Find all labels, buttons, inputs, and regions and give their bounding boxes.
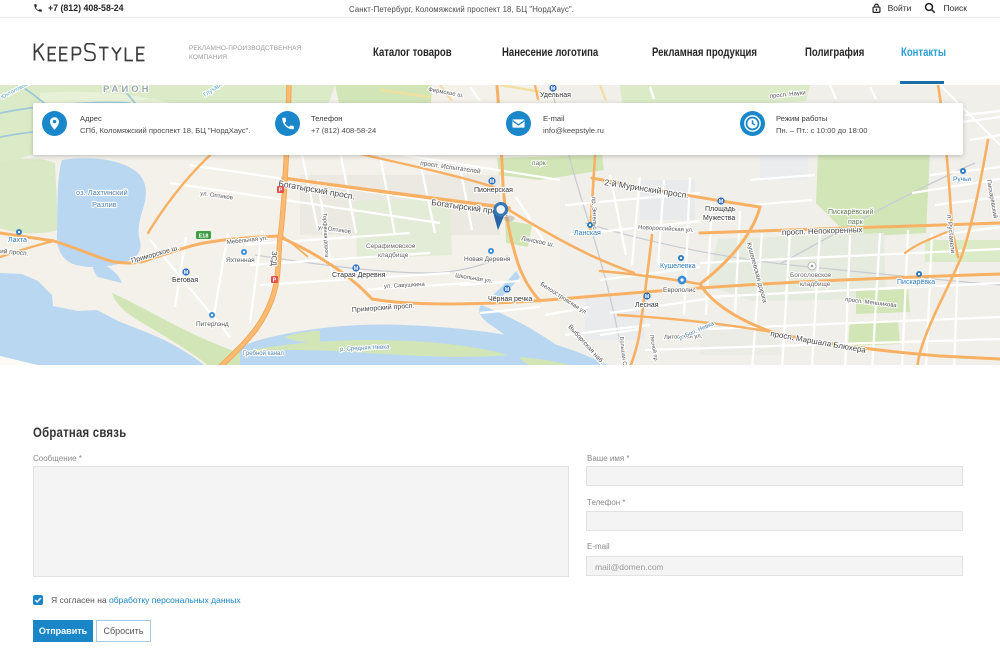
svg-text:M: M <box>719 199 724 205</box>
svg-text:Богословское: Богословское <box>790 272 832 279</box>
svg-text:парк: парк <box>848 219 864 226</box>
svg-text:кладбище: кладбище <box>378 251 409 259</box>
svg-text:Гребной канал: Гребной канал <box>243 350 284 357</box>
svg-text:пр. Энгельса: пр. Энгельса <box>590 197 597 234</box>
svg-text:ЗСД: ЗСД <box>269 251 279 266</box>
svg-text:E18: E18 <box>199 233 209 239</box>
svg-text:Яхтенная: Яхтенная <box>226 257 255 264</box>
svg-text:Удельная: Удельная <box>540 92 571 99</box>
svg-text:Пионерская: Пионерская <box>474 187 513 194</box>
svg-text:M: M <box>184 270 189 276</box>
svg-text:парк: парк <box>532 160 546 167</box>
svg-text:Новая Деревня: Новая Деревня <box>464 256 511 263</box>
svg-text:Мужества: Мужества <box>703 215 735 222</box>
svg-text:Кушелевка: Кушелевка <box>660 263 696 270</box>
svg-text:M: M <box>505 287 510 293</box>
svg-text:Серафимовское: Серафимовское <box>366 243 416 250</box>
svg-text:P: P <box>273 278 277 284</box>
svg-text:P: P <box>279 188 283 194</box>
svg-text:оз. Лахтинский: оз. Лахтинский <box>76 188 128 197</box>
svg-text:Пискарёвка: Пискарёвка <box>897 279 935 286</box>
svg-text:M: M <box>645 294 650 300</box>
svg-text:Ланская: Ланская <box>574 230 601 237</box>
svg-text:Площадь: Площадь <box>705 206 736 213</box>
svg-text:Европолис: Европолис <box>663 287 696 294</box>
svg-text:Чёрная речка: Чёрная речка <box>488 296 532 303</box>
svg-text:Старая Деревня: Старая Деревня <box>332 272 386 279</box>
svg-text:Лахта: Лахта <box>8 237 27 244</box>
svg-text:Ручьи: Ручьи <box>953 176 971 183</box>
svg-text:Разлив: Разлив <box>92 200 117 209</box>
svg-text:Беговая: Беговая <box>172 277 198 284</box>
svg-text:Лесная: Лесная <box>635 302 659 309</box>
svg-text:кладбище: кладбище <box>800 280 831 288</box>
svg-text:Питерлэнд: Питерлэнд <box>196 321 229 328</box>
svg-text:Пискарёвский: Пискарёвский <box>828 208 873 216</box>
svg-text:РАЙОН: РАЙОН <box>103 85 151 95</box>
svg-text:M: M <box>490 179 495 185</box>
